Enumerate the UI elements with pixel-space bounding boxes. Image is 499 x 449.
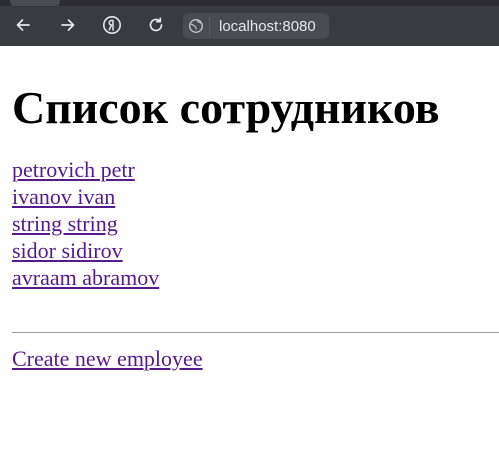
employee-link[interactable]: string string [12, 210, 118, 237]
active-tab-edge[interactable] [10, 0, 60, 6]
employee-list: petrovich petr ivanov ivan string string… [12, 156, 487, 291]
arrow-right-icon [61, 19, 75, 31]
divider [12, 332, 499, 333]
create-employee-link[interactable]: Create new employee [12, 345, 203, 372]
employee-link[interactable]: ivanov ivan [12, 183, 115, 210]
employee-link[interactable]: sidor sidirov [12, 237, 123, 264]
back-button[interactable] [10, 12, 36, 38]
page-title: Список сотрудников [12, 82, 440, 133]
reload-icon [149, 17, 163, 32]
address-bar[interactable]: localhost:8080 [183, 13, 329, 39]
reload-button[interactable] [143, 12, 169, 38]
site-info-button[interactable] [183, 13, 209, 39]
globe-icon [189, 19, 203, 33]
page-content: Список сотрудников petrovich petr ivanov… [0, 82, 499, 372]
yandex-logo-icon [103, 16, 121, 34]
employee-link[interactable]: avraam abramov [12, 264, 159, 291]
yandex-button[interactable] [99, 12, 125, 38]
tab-strip [0, 0, 499, 6]
arrow-left-icon [16, 19, 30, 31]
browser-toolbar: localhost:8080 [0, 0, 499, 46]
url-text[interactable]: localhost:8080 [210, 18, 316, 35]
forward-button[interactable] [55, 12, 81, 38]
employee-link[interactable]: petrovich petr [12, 156, 135, 183]
